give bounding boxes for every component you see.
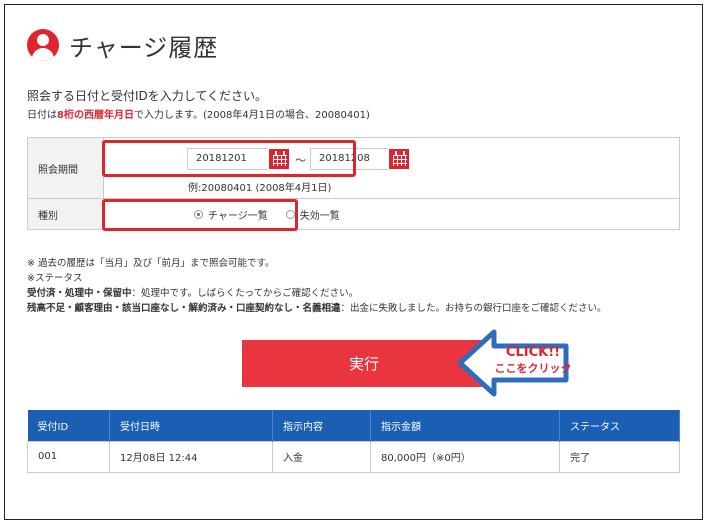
cell-id: 001 bbox=[27, 440, 110, 473]
col-header-instruction: 指示内容 bbox=[272, 410, 371, 441]
page-title: チャージ履歴 bbox=[69, 33, 219, 62]
note-processing-text: ：処理中です。しばらくたってからご確認ください。 bbox=[131, 288, 359, 299]
radio-dot[interactable] bbox=[285, 209, 295, 219]
type-label: 種別 bbox=[27, 198, 104, 230]
note-status-heading: ※ステータス bbox=[27, 273, 83, 284]
format-note-prefix: 日付は bbox=[27, 110, 57, 121]
cell-datetime: 12月08日 12:44 bbox=[109, 440, 273, 473]
calendar-icon[interactable] bbox=[268, 148, 290, 170]
radio-charge-label: チャージ一覧 bbox=[208, 210, 268, 222]
col-header-amount: 指示金額 bbox=[370, 410, 560, 441]
calendar-icon[interactable] bbox=[388, 148, 410, 170]
date-example: 例:20080401 (2008年4月1日) bbox=[188, 183, 332, 194]
user-icon bbox=[27, 29, 59, 61]
note-failed-statuses: 残高不足・顧客理由・該当口座なし・解約済み・口座契約なし・名義相違 bbox=[27, 303, 341, 314]
col-header-datetime: 受付日時 bbox=[109, 410, 273, 441]
cell-instruction: 入金 bbox=[272, 440, 371, 473]
format-note: 日付は8桁の西暦年月日で入力します。(2008年4月1日の場合、20080401… bbox=[27, 106, 370, 121]
col-header-id: 受付ID bbox=[27, 410, 110, 441]
instruction-text: 照会する日付と受付IDを入力してください。 bbox=[27, 89, 268, 103]
radio-dot[interactable] bbox=[194, 209, 203, 219]
note-processing: 受付済・処理中・保留中：処理中です。しばらくたってからご確認ください。 bbox=[27, 286, 607, 301]
search-form-table: 照会期間 20181201 〜 20181208 例:20080401 (200… bbox=[27, 137, 680, 230]
notes: ※ 過去の履歴は「当月」及び「前月」まで照会可能です。 ※ステータス 受付済・処… bbox=[27, 256, 607, 316]
type-field: チャージ一覧 失効一覧 bbox=[103, 198, 680, 230]
page-header: チャージ履歴 bbox=[27, 27, 218, 63]
radio-expired-label: 失効一覧 bbox=[299, 210, 340, 222]
range-separator: 〜 bbox=[295, 154, 306, 167]
format-note-emphasis: 8桁の西暦年月日 bbox=[57, 110, 134, 121]
cell-status: 完了 bbox=[559, 440, 680, 473]
format-note-suffix: で入力します。(2008年4月1日の場合、20080401) bbox=[133, 110, 370, 121]
note-history-range: ※ 過去の履歴は「当月」及び「前月」まで照会可能です。 bbox=[27, 258, 275, 269]
date-to-input[interactable]: 20181208 bbox=[310, 148, 400, 170]
cell-amount: 80,000円（※0円） bbox=[370, 440, 560, 473]
period-field: 20181201 〜 20181208 例:20080401 (2008年4月1… bbox=[103, 137, 680, 199]
execute-button[interactable]: 実行 bbox=[242, 340, 486, 387]
note-processing-statuses: 受付済・処理中・保留中 bbox=[27, 288, 132, 299]
radio-charge-list[interactable]: チャージ一覧 bbox=[194, 207, 268, 222]
col-header-status: ステータス bbox=[559, 410, 680, 441]
callout-click-text: CLICK!! bbox=[505, 345, 561, 360]
table-row: 001 12月08日 12:44 入金 80,000円（※0円） 完了 bbox=[27, 440, 680, 473]
period-label: 照会期間 bbox=[27, 137, 104, 199]
note-failed-text: ：出金に失敗しました。お持ちの銀行口座をご確認ください。 bbox=[340, 303, 607, 314]
date-from-input[interactable]: 20181201 bbox=[187, 148, 277, 170]
results-table: 受付ID 受付日時 指示内容 指示金額 ステータス 001 12月08日 12:… bbox=[27, 410, 680, 473]
note-failed: 残高不足・顧客理由・該当口座なし・解約済み・口座契約なし・名義相違：出金に失敗し… bbox=[27, 301, 607, 316]
callout-here-text: ここをクリック bbox=[494, 362, 572, 375]
click-callout: CLICK!! ここをクリック bbox=[488, 345, 578, 377]
radio-expired-list[interactable]: 失効一覧 bbox=[285, 207, 340, 222]
results-header-row: 受付ID 受付日時 指示内容 指示金額 ステータス bbox=[27, 410, 680, 441]
